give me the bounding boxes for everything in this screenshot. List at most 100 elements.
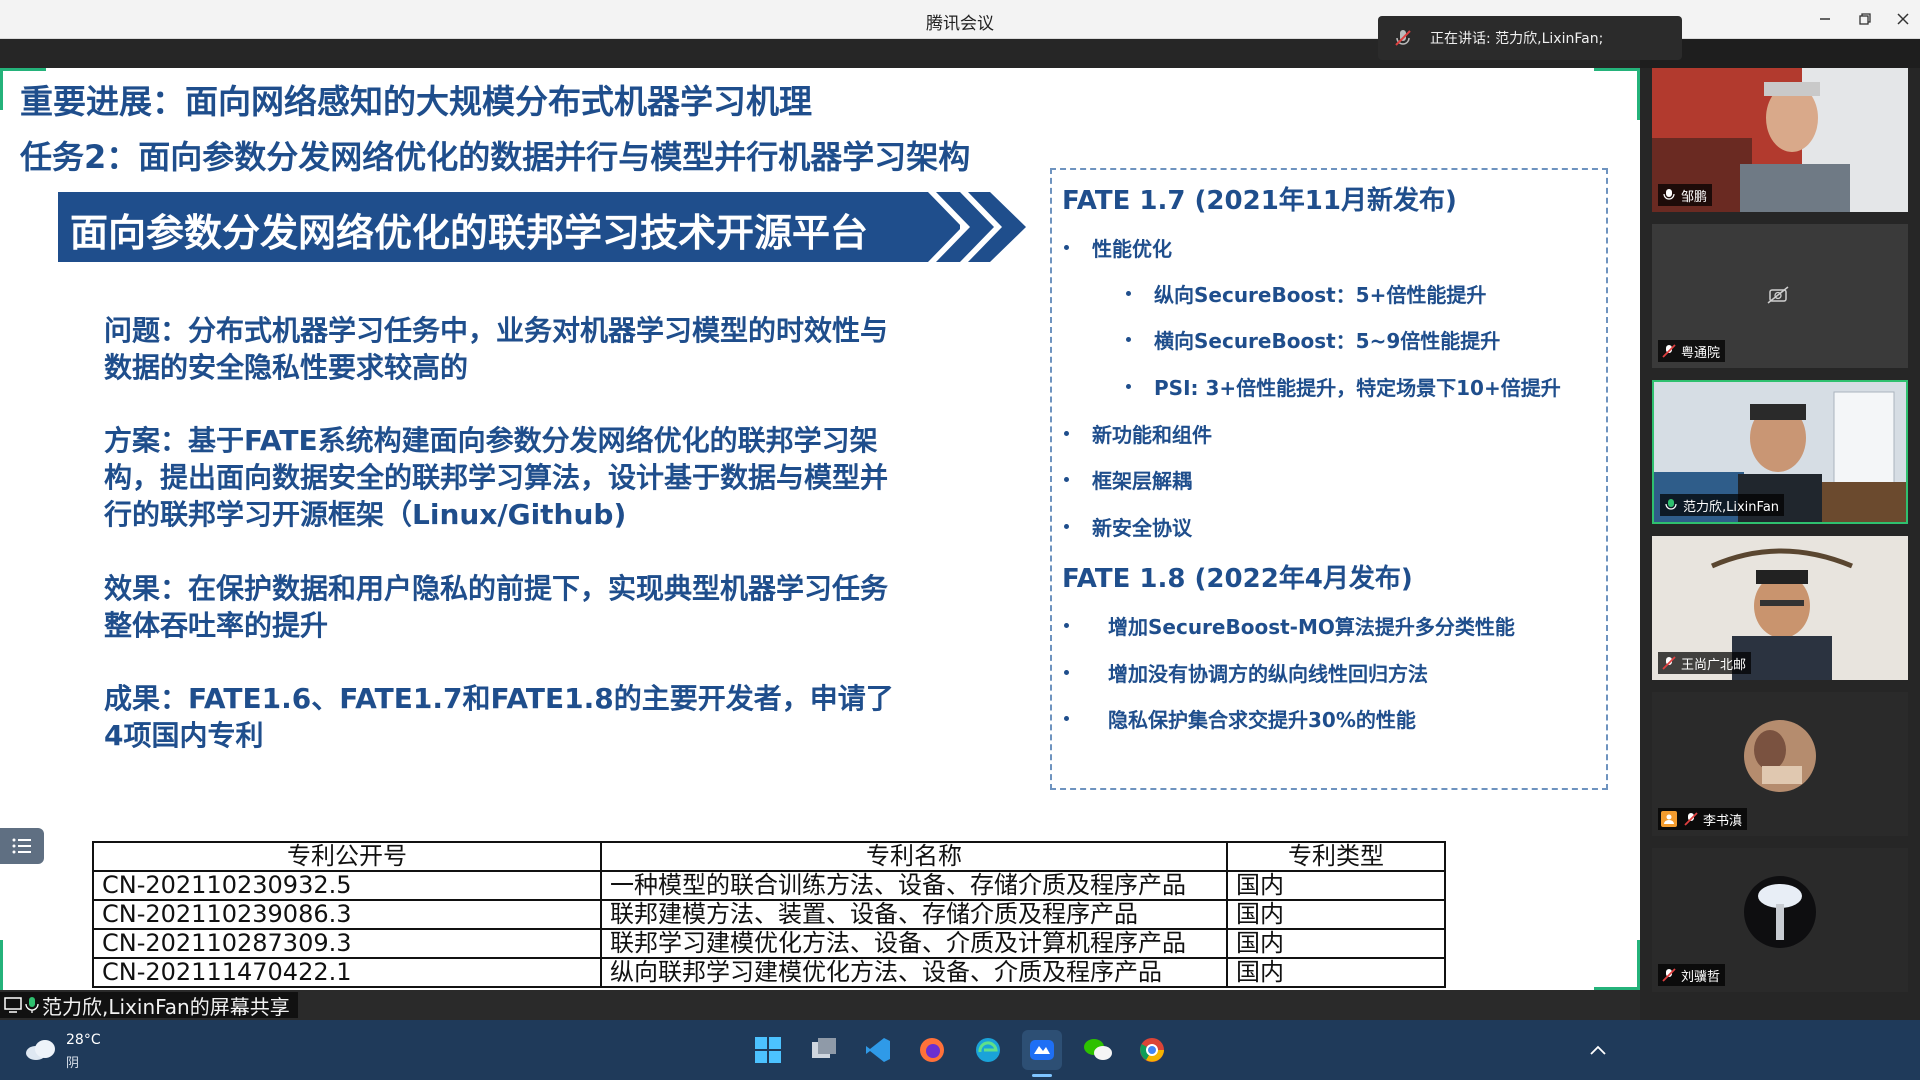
patent-table: 专利公开号 专利名称 专利类型 CN-202110230932.5 一种模型的联… <box>92 841 1446 988</box>
tray-overflow-button[interactable] <box>1578 1030 1618 1070</box>
slide-list-button[interactable] <box>0 828 44 864</box>
table-cell: 国内 <box>1226 870 1446 901</box>
screen-share-icon <box>4 997 22 1013</box>
active-app-indicator <box>1032 1074 1052 1077</box>
mic-icon <box>25 997 39 1013</box>
table-cell: CN-202110287309.3 <box>92 928 602 959</box>
slide-subtitle: 任务2：面向参数分发网络优化的数据并行与模型并行机器学习架构 <box>20 138 971 176</box>
fate17-subitem: PSI: 3+倍性能提升，特定场景下10+倍提升 <box>1154 376 1561 400</box>
restore-icon <box>1859 13 1871 25</box>
participant-tile[interactable]: 李书滇 <box>1652 692 1908 836</box>
table-cell: 联邦学习建模优化方法、设备、介质及计算机程序产品 <box>600 928 1228 959</box>
table-header-row: 专利公开号 专利名称 专利类型 <box>92 841 1446 872</box>
table-cell: CN-202110239086.3 <box>92 899 602 930</box>
shared-slide: 重要进展：面向网络感知的大规模分布式机器学习机理 任务2：面向参数分发网络优化的… <box>0 68 1640 990</box>
cloud-icon <box>26 1040 55 1060</box>
participant-name: 粤通院 <box>1681 345 1721 361</box>
tencent-meeting-icon <box>1030 1040 1054 1060</box>
table-cell: 一种模型的联合训练方法、设备、存储介质及程序产品 <box>600 870 1228 901</box>
slide-title: 重要进展：面向网络感知的大规模分布式机器学习机理 <box>20 82 812 121</box>
bullet-dot <box>1064 716 1069 721</box>
fate18-item: 增加没有协调方的纵向线性回归方法 <box>1108 662 1428 686</box>
fate17-heading: FATE 1.7 (2021年11月新发布) <box>1062 186 1457 216</box>
table-cell: 联邦建模方法、装置、设备、存储介质及程序产品 <box>600 899 1228 930</box>
wechat-icon <box>1084 1039 1112 1060</box>
participant-nametag: 刘骥哲 <box>1658 964 1726 986</box>
slide-corner-mark <box>0 68 46 71</box>
participant-nametag: 邹鹏 <box>1658 184 1713 206</box>
bullet-dot <box>1064 431 1069 436</box>
tencent-meeting-button[interactable] <box>1022 1030 1062 1070</box>
problem-text: 问题：分布式机器学习任务中，业务对机器学习模型的时效性与数据的安全隐私性要求较高… <box>104 314 889 384</box>
firefox-icon <box>920 1038 944 1062</box>
mic-muted-icon <box>1661 655 1677 671</box>
fate17-item: 性能优化 <box>1092 237 1172 261</box>
participant-nametag: 粤通院 <box>1658 340 1726 362</box>
weather-desc: 阴 <box>66 1056 80 1071</box>
weather-widget[interactable]: 28°C 阴 <box>24 1030 144 1071</box>
taskbar <box>0 1020 1920 1080</box>
participant-name: 邹鹏 <box>1681 189 1708 205</box>
close-icon <box>1897 13 1909 25</box>
participant-nametag: 王尚广北邮 <box>1658 652 1752 674</box>
participant-tile[interactable]: 刘骥哲 <box>1652 848 1908 992</box>
banner-chevrons-icon <box>928 192 1026 262</box>
participant-tile[interactable]: 王尚广北邮 <box>1652 536 1908 680</box>
chrome-button[interactable] <box>1132 1030 1172 1070</box>
participant-tile-active[interactable]: 范力欣,LixinFan <box>1652 380 1908 524</box>
wechat-button[interactable] <box>1078 1030 1118 1070</box>
restore-button[interactable] <box>1852 8 1878 30</box>
fate17-subitem: 横向SecureBoost：5~9倍性能提升 <box>1154 329 1501 353</box>
vscode-icon <box>866 1038 890 1062</box>
table-row: CN-202111470422.1 纵向联邦学习建模优化方法、设备、介质及程序产… <box>92 957 1446 988</box>
fate17-item: 框架层解耦 <box>1092 469 1192 493</box>
participant-tile[interactable]: 邹鹏 <box>1652 68 1908 212</box>
app-root: 腾讯会议 正在讲话: 范力欣,LixinFan; 重要进展：面向网络感知的大规模… <box>0 0 1920 1080</box>
speaking-indicator: 正在讲话: 范力欣,LixinFan; <box>1378 16 1682 60</box>
participant-nametag: 李书滇 <box>1658 808 1748 830</box>
chevron-up-icon <box>1590 1045 1606 1055</box>
screen-share-label: 范力欣,LixinFan的屏幕共享 <box>0 992 298 1019</box>
speaking-text: 正在讲话: 范力欣,LixinFan; <box>1430 31 1604 47</box>
participant-name: 王尚广北邮 <box>1681 657 1747 673</box>
task-view-icon <box>812 1038 836 1058</box>
slide-corner-mark <box>0 940 3 990</box>
firefox-button[interactable] <box>912 1030 952 1070</box>
fate18-item: 增加SecureBoost-MO算法提升多分类性能 <box>1108 615 1515 639</box>
bullet-dot <box>1064 524 1069 529</box>
table-header: 专利名称 <box>600 841 1228 872</box>
participant-name: 刘骥哲 <box>1681 969 1721 985</box>
fate17-item: 新功能和组件 <box>1092 423 1212 447</box>
minimize-button[interactable] <box>1812 8 1838 30</box>
fate17-subitem: 纵向SecureBoost：5+倍性能提升 <box>1154 283 1487 307</box>
outcome-text: 成果：FATE1.6、FATE1.7和FATE1.8的主要开发者，申请了4项国内… <box>104 682 894 752</box>
start-button[interactable] <box>748 1030 788 1070</box>
task-view-button[interactable] <box>804 1030 844 1070</box>
table-row: CN-202110239086.3 联邦建模方法、装置、设备、存储介质及程序产品… <box>92 899 1446 930</box>
table-cell: 国内 <box>1226 899 1446 930</box>
table-cell: CN-202111470422.1 <box>92 957 602 988</box>
slide-corner-mark <box>1594 68 1640 71</box>
table-cell: CN-202110230932.5 <box>92 870 602 901</box>
participant-tile[interactable]: 粤通院 <box>1652 224 1908 368</box>
user-icon <box>1661 811 1677 827</box>
participant-name: 范力欣,LixinFan <box>1683 499 1780 515</box>
table-row: CN-202110230932.5 一种模型的联合训练方法、设备、存储介质及程序… <box>92 870 1446 901</box>
mic-muted-icon <box>1661 343 1677 359</box>
vscode-button[interactable] <box>858 1030 898 1070</box>
close-button[interactable] <box>1890 8 1916 30</box>
mic-muted-icon <box>1661 967 1677 983</box>
edge-button[interactable] <box>968 1030 1008 1070</box>
effect-text: 效果：在保护数据和用户隐私的前提下，实现典型机器学习任务整体吞吐率的提升 <box>104 572 889 642</box>
mic-muted-icon <box>1683 811 1699 827</box>
bullet-dot <box>1064 245 1069 250</box>
participant-name: 李书滇 <box>1703 813 1743 829</box>
mic-icon <box>1661 187 1677 203</box>
windows-icon <box>755 1037 781 1063</box>
fate18-item: 隐私保护集合求交提升30%的性能 <box>1108 708 1416 732</box>
banner-text: 面向参数分发网络优化的联邦学习技术开源平台 <box>70 211 869 255</box>
slide-corner-mark <box>0 68 3 110</box>
bullet-dot <box>1126 291 1131 296</box>
bullet-dot <box>1126 337 1131 342</box>
table-header: 专利公开号 <box>92 841 602 872</box>
